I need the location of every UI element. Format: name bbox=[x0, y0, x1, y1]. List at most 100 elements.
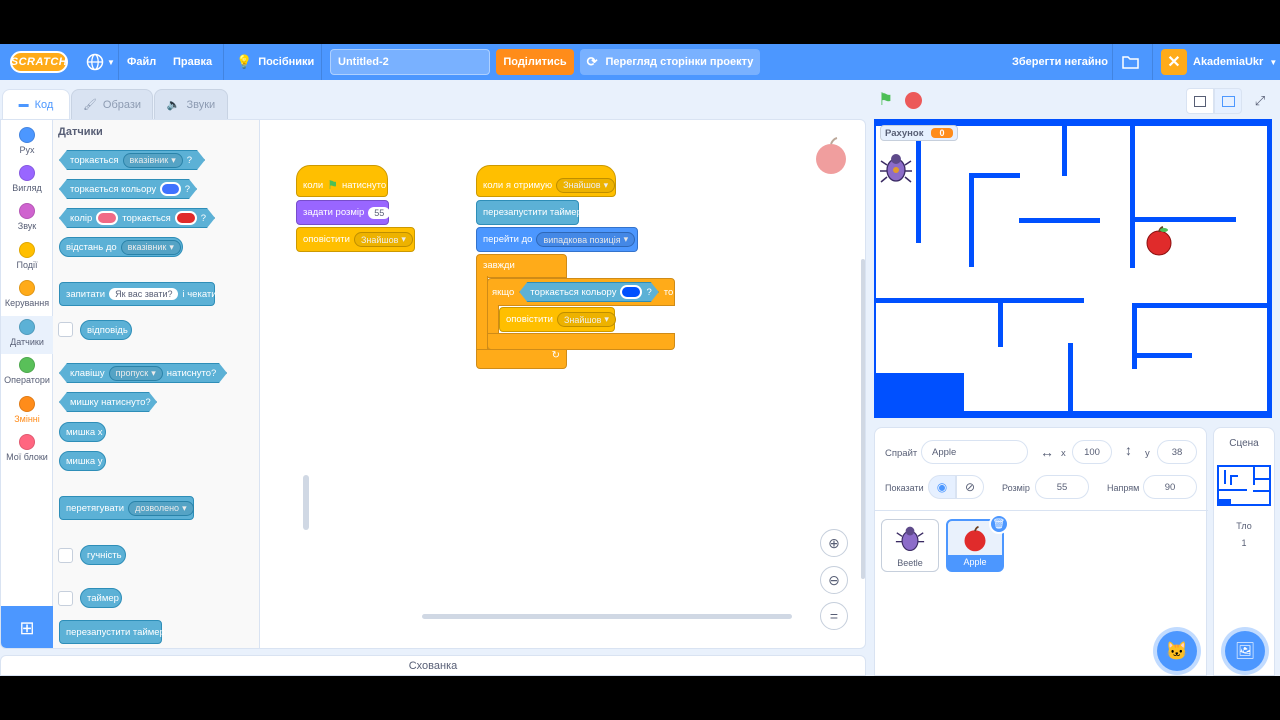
save-now-button[interactable]: Зберегти негайно bbox=[1012, 44, 1108, 80]
large-stage-button[interactable] bbox=[1214, 88, 1242, 114]
color-swatch[interactable] bbox=[175, 211, 197, 225]
block-reset-timer[interactable]: перезапустити таймер bbox=[476, 200, 582, 225]
script-area[interactable]: коли ⚑ натиснуто задати розмір 55 оповіс… bbox=[261, 120, 865, 648]
scratch-logo[interactable]: SCRATCH bbox=[10, 51, 68, 73]
block-mouse-x[interactable]: мишка x bbox=[59, 422, 106, 442]
script-vertical-scrollbar[interactable] bbox=[861, 259, 865, 579]
message-dropdown[interactable]: Знайшов ▾ bbox=[556, 177, 616, 193]
category-sound[interactable]: Звук bbox=[1, 200, 53, 238]
block-touching[interactable]: торкається вказівник ▾ ? bbox=[59, 150, 205, 170]
zoom-out-button[interactable]: ⊖ bbox=[820, 566, 848, 594]
sprite-name-input[interactable]: Apple bbox=[921, 440, 1028, 464]
category-control[interactable]: Керування bbox=[1, 277, 53, 315]
file-menu[interactable]: Файл bbox=[127, 44, 156, 80]
loudness-checkbox-2[interactable] bbox=[58, 548, 73, 563]
add-extension-button[interactable]: ⊞ bbox=[1, 606, 53, 648]
category-sensing[interactable]: Датчики bbox=[1, 316, 53, 354]
tab-sounds[interactable]: 🔈 Звуки bbox=[154, 89, 228, 119]
account-menu[interactable]: ✕ AkademiaUkr ▼ bbox=[1161, 44, 1277, 80]
green-flag-button[interactable]: ⚑ bbox=[878, 90, 893, 110]
block-if-then[interactable]: якщо торкається кольору ? то оповістити … bbox=[487, 278, 675, 350]
block-ask-and-wait[interactable]: запитати Як вас звати? і чекати bbox=[59, 282, 217, 306]
block-mouse-y[interactable]: мишка у bbox=[59, 451, 106, 471]
x-input[interactable]: 100 bbox=[1072, 440, 1112, 464]
block-touching-color[interactable]: торкається кольору ? bbox=[59, 179, 197, 199]
small-stage-icon bbox=[1194, 95, 1206, 107]
delete-sprite-button[interactable]: 🗑 bbox=[989, 514, 1009, 534]
block-set-drag-mode[interactable]: перетягувати дозволено ▾ bbox=[59, 496, 194, 520]
tutorials-button[interactable]: 💡 Посібники bbox=[236, 44, 314, 80]
stage-selector[interactable]: Сцена Тло 1 🖼 bbox=[1213, 427, 1275, 676]
code-icon: ▬ bbox=[18, 99, 29, 110]
hide-button[interactable]: ⊘ bbox=[956, 475, 984, 499]
category-variables[interactable]: Змінні bbox=[1, 393, 53, 431]
block-dropdown[interactable]: вказівник ▾ bbox=[123, 153, 183, 168]
answer-checkbox[interactable] bbox=[58, 322, 73, 337]
color-swatch[interactable] bbox=[620, 285, 642, 299]
beetle-sprite[interactable] bbox=[879, 151, 913, 185]
block-timer[interactable]: таймер bbox=[80, 588, 122, 608]
script-horizontal-scrollbar[interactable] bbox=[422, 614, 792, 619]
choose-sprite-button[interactable]: 🐱 bbox=[1157, 631, 1197, 671]
ask-text-input[interactable]: Як вас звати? bbox=[109, 288, 179, 300]
share-button[interactable]: Поділитись bbox=[496, 49, 574, 75]
tab-code[interactable]: ▬ Код bbox=[2, 89, 70, 119]
block-when-flag-clicked[interactable]: коли ⚑ натиснуто bbox=[296, 165, 388, 197]
color-swatch[interactable] bbox=[160, 182, 181, 196]
block-touching-color-condition[interactable]: торкається кольору ? bbox=[519, 282, 658, 302]
block-broadcast[interactable]: оповістити Знайшов ▾ bbox=[296, 227, 415, 252]
small-stage-button[interactable] bbox=[1186, 88, 1214, 114]
language-menu[interactable]: ▼ bbox=[86, 44, 115, 80]
block-loudness[interactable]: гучність bbox=[80, 545, 126, 565]
block-dropdown[interactable]: дозволено ▾ bbox=[128, 500, 194, 516]
block-key-pressed[interactable]: клавішу пропуск ▾ натиснуто? bbox=[59, 363, 227, 383]
show-visible-button[interactable]: ◉ bbox=[928, 475, 956, 499]
sprite-tile-beetle[interactable]: Beetle bbox=[881, 519, 939, 572]
block-mouse-down[interactable]: мишку натиснуто? bbox=[59, 392, 157, 412]
message-dropdown[interactable]: Знайшов ▾ bbox=[556, 312, 616, 327]
choose-backdrop-button[interactable]: 🖼 bbox=[1225, 631, 1265, 671]
size-input[interactable]: 55 bbox=[368, 206, 391, 219]
block-reset-timer[interactable]: перезапустити таймер bbox=[59, 620, 165, 644]
category-operators[interactable]: Оператори bbox=[1, 354, 53, 392]
block-set-size[interactable]: задати розмір 55 bbox=[296, 200, 391, 225]
block-color-touching-color[interactable]: колір торкається ? bbox=[59, 208, 215, 228]
block-go-to[interactable]: перейти до випадкова позиція ▾ bbox=[476, 227, 638, 252]
see-project-page-button[interactable]: ⟳ Перегляд сторінки проекту bbox=[580, 49, 760, 75]
zoom-reset-button[interactable]: = bbox=[820, 602, 848, 630]
go-to-dropdown[interactable]: випадкова позиція ▾ bbox=[536, 232, 636, 247]
stop-button[interactable] bbox=[905, 92, 922, 109]
block-dropdown[interactable]: вказівник ▾ bbox=[120, 239, 181, 255]
y-input[interactable]: 38 bbox=[1157, 440, 1197, 464]
block-when-i-receive[interactable]: коли я отримую Знайшов ▾ bbox=[476, 165, 616, 197]
loudness-checkbox[interactable] bbox=[58, 591, 73, 606]
category-events[interactable]: Події bbox=[1, 239, 53, 277]
category-dot bbox=[19, 434, 35, 450]
block-broadcast[interactable]: оповістити Знайшов ▾ bbox=[499, 307, 616, 332]
category-label: Керування bbox=[4, 298, 50, 308]
direction-input[interactable]: 90 bbox=[1143, 475, 1197, 499]
project-title-input[interactable]: Untitled-2 bbox=[330, 49, 490, 75]
block-text: якщо bbox=[492, 286, 515, 298]
category-looks[interactable]: Вигляд bbox=[1, 162, 53, 200]
my-stuff-button[interactable] bbox=[1122, 44, 1139, 80]
color-swatch[interactable] bbox=[96, 211, 118, 225]
sprite-tile-apple[interactable]: Apple 🗑 bbox=[946, 514, 1009, 572]
stage-canvas[interactable]: Рахунок 0 bbox=[874, 119, 1272, 418]
maze-wall bbox=[969, 173, 974, 267]
dropdown-value: вказівник bbox=[129, 155, 169, 165]
category-motion[interactable]: Рух bbox=[1, 124, 53, 162]
block-answer[interactable]: відповідь bbox=[80, 320, 132, 340]
message-dropdown[interactable]: Знайшов ▾ bbox=[353, 232, 413, 247]
variable-monitor[interactable]: Рахунок 0 bbox=[880, 125, 958, 141]
category-my-blocks[interactable]: Мої блоки bbox=[1, 431, 53, 469]
apple-sprite[interactable] bbox=[1143, 225, 1175, 257]
block-dropdown[interactable]: пропуск ▾ bbox=[109, 366, 163, 381]
tab-costumes[interactable]: 🖌 Образи bbox=[71, 89, 153, 119]
edit-menu[interactable]: Правка bbox=[173, 44, 212, 80]
zoom-in-button[interactable]: ⊕ bbox=[820, 529, 848, 557]
fullscreen-button[interactable]: ⤢ bbox=[1248, 88, 1272, 114]
block-distance-to[interactable]: відстань до вказівник ▾ bbox=[59, 237, 183, 257]
backpack[interactable]: Схованка bbox=[0, 655, 866, 676]
size-input[interactable]: 55 bbox=[1035, 475, 1089, 499]
